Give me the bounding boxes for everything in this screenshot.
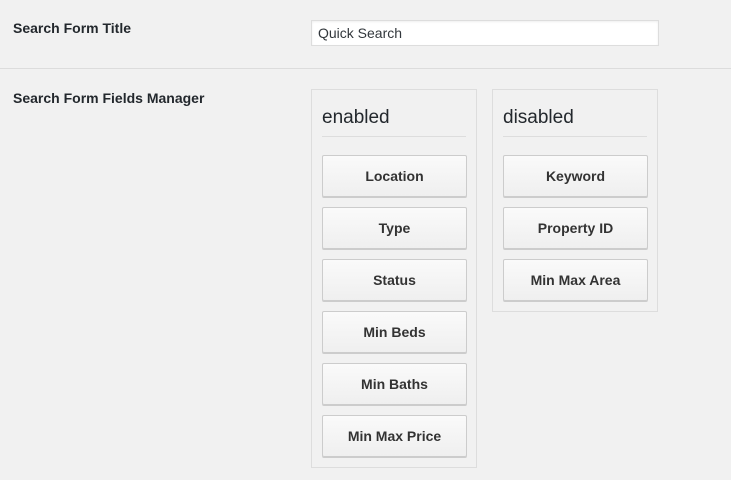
enabled-fields-column: enabled Location Type Status Min Beds Mi…	[311, 89, 477, 468]
enabled-column-divider	[322, 136, 466, 137]
disabled-column-divider	[503, 136, 647, 137]
field-item-min-max-area[interactable]: Min Max Area	[503, 259, 648, 301]
search-form-fields-manager-label: Search Form Fields Manager	[13, 90, 205, 106]
search-form-title-input[interactable]	[311, 20, 659, 46]
field-item-property-id[interactable]: Property ID	[503, 207, 648, 249]
search-form-title-label: Search Form Title	[13, 20, 132, 36]
field-item-status[interactable]: Status	[322, 259, 467, 301]
disabled-fields-column: disabled Keyword Property ID Min Max Are…	[492, 89, 658, 312]
field-item-type[interactable]: Type	[322, 207, 467, 249]
enabled-fields-list: Location Type Status Min Beds Min Baths …	[322, 155, 467, 467]
field-item-min-max-price[interactable]: Min Max Price	[322, 415, 467, 457]
section-divider	[0, 68, 731, 69]
field-item-keyword[interactable]: Keyword	[503, 155, 648, 197]
disabled-column-title: disabled	[503, 107, 574, 128]
enabled-column-title: enabled	[322, 107, 390, 128]
field-item-min-beds[interactable]: Min Beds	[322, 311, 467, 353]
disabled-fields-list: Keyword Property ID Min Max Area	[503, 155, 648, 311]
field-item-min-baths[interactable]: Min Baths	[322, 363, 467, 405]
field-item-location[interactable]: Location	[322, 155, 467, 197]
